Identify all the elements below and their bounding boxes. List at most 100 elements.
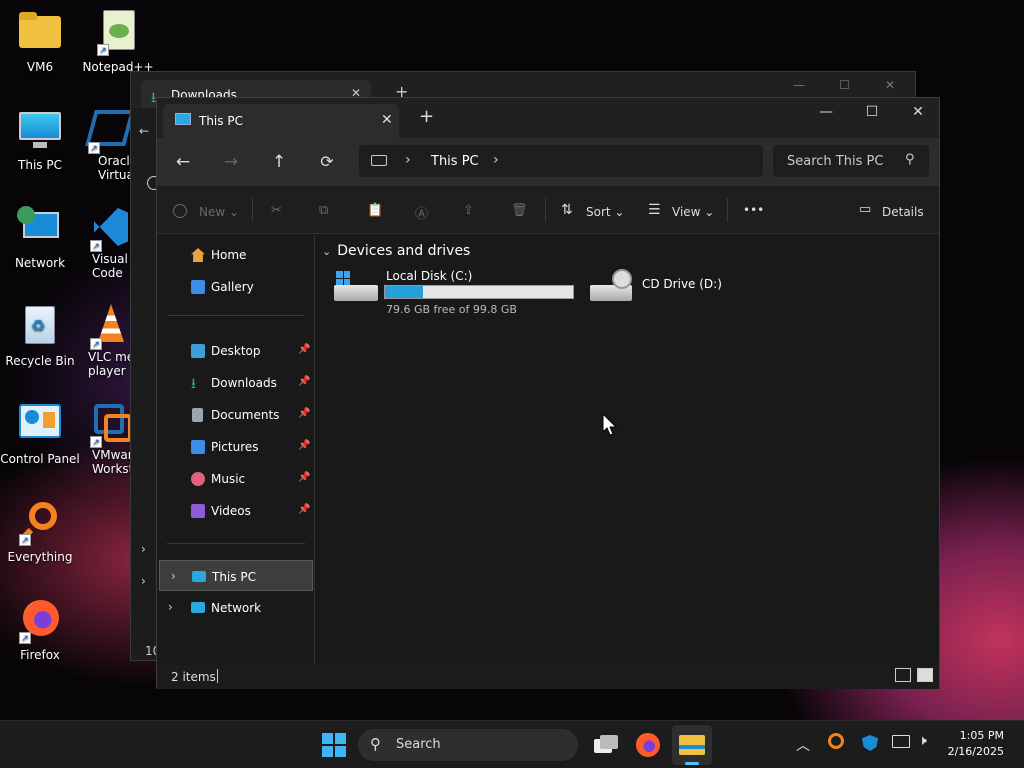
desktop-icon-recycle-bin[interactable]: ♻ Recycle Bin (0, 304, 80, 368)
back-button[interactable]: ← (172, 152, 194, 174)
desktop-icon-notepadpp[interactable]: ↗ Notepad++ (78, 10, 158, 74)
title-bar[interactable]: This PC ✕ + — ☐ ✕ (157, 98, 939, 138)
search-box[interactable]: Search This PC ⚲ (773, 145, 929, 177)
taskbar-firefox-icon[interactable] (634, 731, 662, 759)
taskbar-file-explorer-icon[interactable] (672, 725, 712, 765)
hard-drive-icon (334, 285, 378, 301)
new-button[interactable]: New ⌄ (199, 205, 239, 219)
desktop-icon-everything[interactable]: ↗ Everything (0, 500, 80, 564)
sidebar-item-home[interactable]: Home (157, 239, 315, 271)
desktop-icon-vlc[interactable]: ↗ VLC me player (78, 304, 130, 378)
this-pc-icon (175, 113, 191, 125)
home-icon (191, 248, 205, 262)
search-input[interactable]: Search This PC (787, 154, 883, 169)
desktop-icon-network[interactable]: Network (0, 206, 80, 270)
sort-button[interactable]: Sort ⌄ (586, 205, 624, 219)
clock-date[interactable]: 2/16/2025 (946, 745, 1004, 758)
minimize-button[interactable]: — (803, 98, 849, 128)
chevron-right-icon[interactable]: › (171, 569, 176, 583)
back-arrow-icon[interactable]: ← (139, 124, 149, 138)
details-button[interactable]: Details (882, 205, 924, 219)
desktop-icon-vm6[interactable]: VM6 (0, 10, 80, 74)
drive-item-d[interactable]: CD Drive (D:) (590, 269, 730, 309)
minimize-icon[interactable]: — (793, 78, 805, 92)
sidebar-item-videos[interactable]: Videos 📌 (157, 495, 315, 527)
desktop-icon-vscode[interactable]: ↗ Visual Stu Code (78, 206, 130, 280)
copy-icon[interactable]: ⧉ (319, 203, 328, 218)
new-tab-icon[interactable]: + (419, 108, 434, 126)
start-windows-icon[interactable] (322, 733, 346, 757)
breadcrumb-separator[interactable]: › (405, 152, 411, 168)
tab-close-icon[interactable]: ✕ (381, 112, 393, 128)
sidebar-item-pictures[interactable]: Pictures 📌 (157, 431, 315, 463)
network-icon (191, 602, 205, 613)
desktop-icon-virtualbox[interactable]: ↗ Oracle VirtualB (78, 108, 130, 182)
view-button[interactable]: View ⌄ (672, 205, 714, 219)
pin-icon[interactable]: 📌 (298, 376, 310, 387)
task-view-icon[interactable] (592, 731, 620, 759)
up-button[interactable]: ↑ (268, 152, 290, 174)
desktop-icon-vmware[interactable]: ↗ VMwar Workst (78, 402, 130, 476)
taskbar-search-box[interactable]: ⚲ Search (358, 729, 578, 761)
pin-icon[interactable]: 📌 (298, 408, 310, 419)
rename-icon[interactable]: Ⓐ (415, 203, 428, 222)
sidebar-item-documents[interactable]: Documents 📌 (157, 399, 315, 431)
pin-icon[interactable]: 📌 (298, 344, 310, 355)
chevron-up-icon[interactable]: ︿ (796, 735, 810, 755)
breadcrumb-this-pc[interactable]: This PC (431, 154, 479, 169)
search-icon: ⚲ (370, 735, 381, 753)
close-button[interactable]: ✕ (895, 98, 941, 128)
desktop-icon-firefox[interactable]: ↗ Firefox (0, 598, 80, 662)
sidebar-item-gallery[interactable]: Gallery (157, 271, 315, 303)
taskbar-search-input[interactable]: Search (396, 737, 441, 752)
network-monitor-icon[interactable] (892, 735, 910, 748)
desktop-icon-control-panel[interactable]: Control Panel (0, 402, 80, 466)
breadcrumb-chevron[interactable]: › (493, 152, 499, 168)
sidebar-item-desktop[interactable]: Desktop 📌 (157, 335, 315, 367)
sidebar-item-this-pc[interactable]: › This PC (159, 560, 313, 591)
command-bar: New ⌄ ✂ ⧉ 📋 Ⓐ ⇪ 🗑 ⇅ Sort ⌄ ☰ View ⌄ ••• … (157, 186, 939, 234)
desktop-icon-this-pc[interactable]: This PC (0, 108, 80, 172)
notepadpp-icon: ↗ (95, 10, 141, 56)
volume-muted-icon[interactable]: 🕨 (918, 733, 927, 749)
file-explorer-window[interactable]: This PC ✕ + — ☐ ✕ ← → ↑ ⟳ › This PC › Se… (156, 97, 940, 689)
sidebar-item-downloads[interactable]: ⭳ Downloads 📌 (157, 367, 315, 399)
chevron-right-icon[interactable]: › (141, 574, 146, 588)
refresh-button[interactable]: ⟳ (316, 152, 338, 174)
large-icons-view-icon[interactable] (917, 668, 933, 682)
sidebar-item-music[interactable]: Music 📌 (157, 463, 315, 495)
status-bar: 2 items (157, 665, 939, 689)
drive-item-c[interactable]: Local Disk (C:) 79.6 GB free of 99.8 GB (334, 269, 578, 317)
forward-button[interactable]: → (220, 152, 242, 174)
search-icon: ⚲ (905, 152, 915, 167)
navigation-pane: Home Gallery Desktop 📌 ⭳ Downloads 📌 Doc… (157, 235, 315, 665)
security-shield-icon[interactable] (862, 735, 878, 751)
clock-time[interactable]: 1:05 PM (958, 729, 1004, 742)
maximize-button[interactable]: ☐ (849, 98, 895, 128)
windows-logo-icon (336, 271, 350, 285)
chevron-right-icon[interactable]: › (168, 600, 173, 614)
pin-icon[interactable]: 📌 (298, 440, 310, 451)
tab-this-pc[interactable]: This PC ✕ (163, 104, 399, 138)
content-area: ⌄ Devices and drives Local Disk (C:) 79.6… (316, 235, 940, 665)
group-header-devices[interactable]: ⌄ Devices and drives (322, 243, 470, 259)
view-icon: ☰ (648, 202, 661, 218)
sort-icon: ⇅ (561, 202, 573, 218)
everything-tray-icon[interactable] (828, 733, 844, 749)
more-options-button[interactable]: ••• (743, 203, 764, 217)
disk-usage-bar (384, 285, 574, 299)
sidebar-item-network[interactable]: › Network (157, 592, 315, 624)
address-bar[interactable]: › This PC › (359, 145, 763, 177)
maximize-icon[interactable]: ☐ (839, 78, 850, 92)
cut-icon[interactable]: ✂ (271, 203, 282, 218)
virtualbox-icon: ↗ (85, 108, 130, 154)
delete-icon[interactable]: 🗑 (511, 203, 528, 218)
details-view-icon[interactable] (895, 668, 911, 682)
close-icon[interactable]: ✕ (885, 78, 895, 92)
network-globe-icon (17, 206, 63, 252)
chevron-right-icon[interactable]: › (141, 542, 146, 556)
paste-icon[interactable]: 📋 (367, 203, 383, 218)
pin-icon[interactable]: 📌 (298, 504, 310, 515)
pin-icon[interactable]: 📌 (298, 472, 310, 483)
share-icon[interactable]: ⇪ (463, 203, 474, 218)
